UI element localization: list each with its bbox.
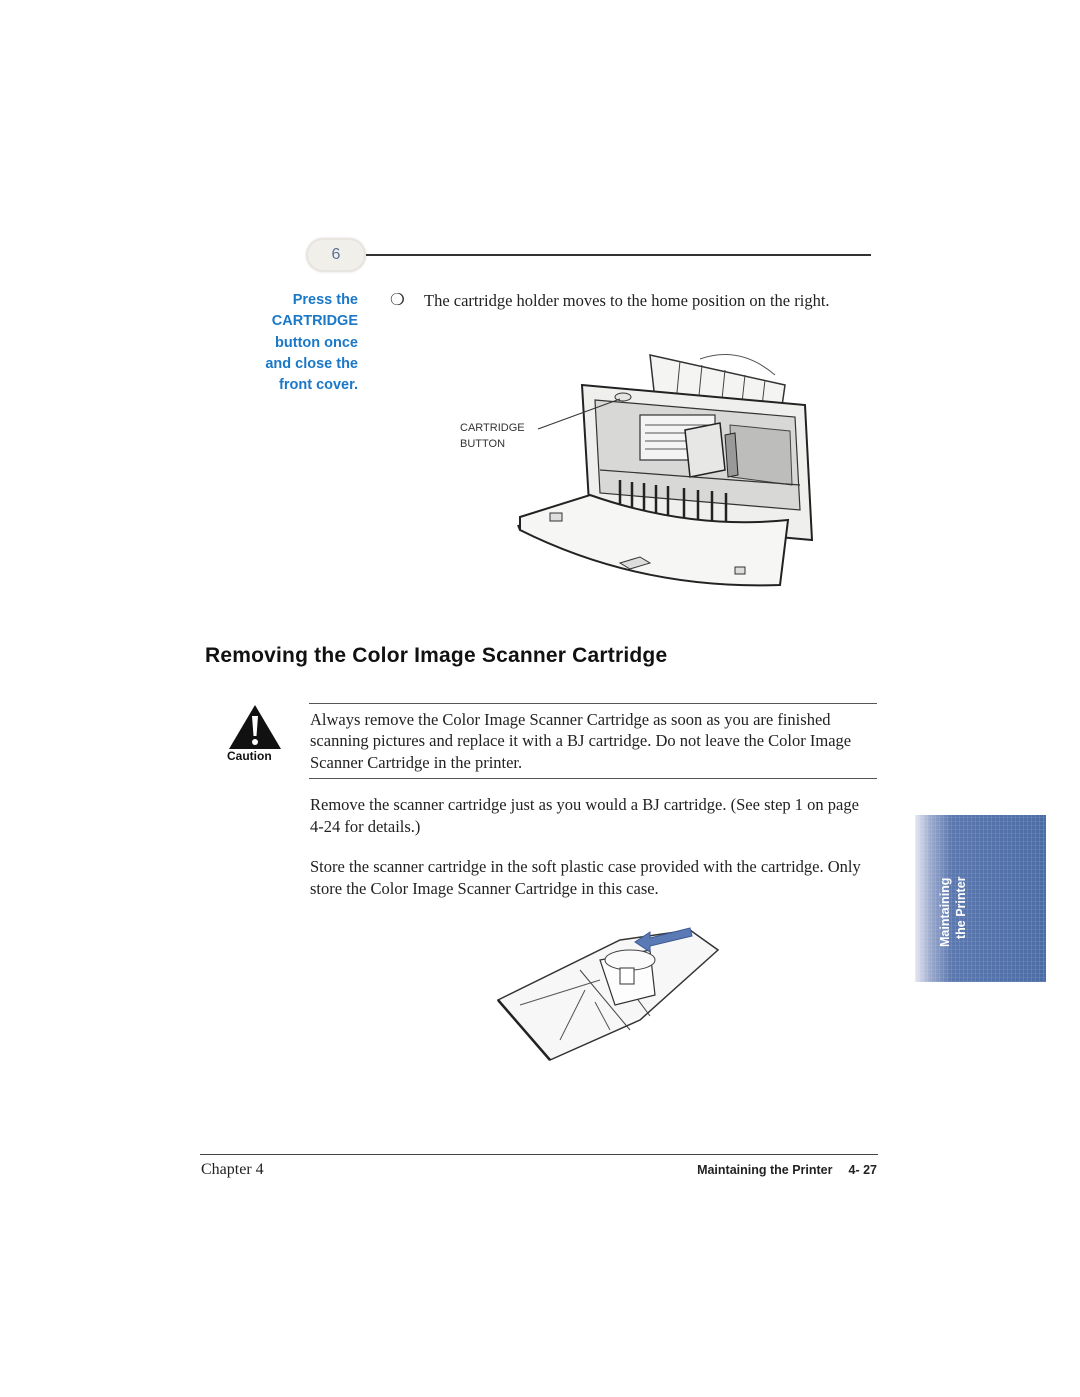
step-result-text: The cartridge holder moves to the home p… bbox=[424, 291, 830, 310]
step-divider bbox=[366, 254, 871, 256]
page-number: 4- 27 bbox=[848, 1163, 878, 1177]
cartridge-case-illustration bbox=[496, 927, 720, 1061]
body-paragraph: Store the scanner cartridge in the soft … bbox=[310, 857, 861, 898]
callout-line: BUTTON bbox=[460, 437, 506, 450]
side-note-line: front cover. bbox=[279, 377, 358, 394]
caution-top-rule bbox=[309, 703, 877, 704]
step-number-badge: 6 bbox=[306, 238, 366, 272]
chapter-side-tab bbox=[915, 815, 1046, 982]
footer-section: Maintaining the Printer 4- 27 bbox=[640, 1163, 877, 1177]
warning-triangle-icon bbox=[229, 705, 281, 749]
printer-illustration bbox=[517, 354, 814, 587]
side-tab-line: the Printer bbox=[954, 876, 968, 939]
footer-chapter: Chapter 4 bbox=[201, 1161, 264, 1178]
callout-line: CARTRIDGE bbox=[460, 422, 525, 434]
step-number: 6 bbox=[331, 246, 341, 263]
cartridge-button-callout: CARTRIDGE BUTTON bbox=[460, 421, 525, 452]
side-note-line: CARTRIDGE bbox=[271, 313, 358, 330]
footer-section-title: Maintaining the Printer bbox=[697, 1163, 833, 1177]
side-note-line: button once bbox=[275, 334, 358, 351]
side-note-line: and close the bbox=[265, 355, 358, 372]
caution-text: Always remove the Color Image Scanner Ca… bbox=[310, 710, 852, 772]
caution-bottom-rule bbox=[309, 778, 877, 779]
bullet-icon: ❍ bbox=[390, 290, 405, 309]
side-note: Press the CARTRIDGE button once and clos… bbox=[200, 290, 358, 396]
body-paragraph: Remove the scanner cartridge just as you… bbox=[310, 795, 859, 836]
footer-rule bbox=[200, 1154, 878, 1155]
side-tab-label: Maintaining the Printer bbox=[936, 840, 980, 960]
side-tab-line: Maintaining bbox=[938, 877, 952, 947]
caution-label: Caution bbox=[227, 749, 272, 763]
side-note-line: Press the bbox=[292, 292, 358, 308]
section-title: Removing the Color Image Scanner Cartrid… bbox=[205, 644, 668, 667]
